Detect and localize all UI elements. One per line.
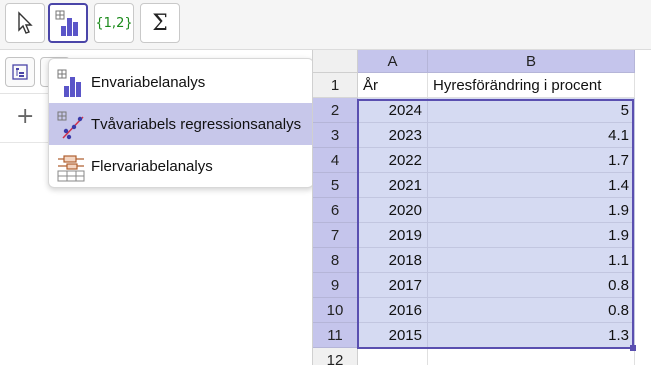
cell-a10[interactable]: 2016: [358, 298, 428, 323]
cell-a9[interactable]: 2017: [358, 273, 428, 298]
menu-item-one-variable[interactable]: Envariabelanalys: [49, 61, 313, 103]
cell-b1[interactable]: Hyresförändring i procent: [428, 73, 635, 98]
sum-tool-button[interactable]: Σ: [140, 3, 180, 43]
cell-b11[interactable]: 1.3: [428, 323, 635, 348]
column-header-a[interactable]: A: [358, 50, 428, 73]
spreadsheet-corner[interactable]: [313, 50, 358, 73]
cell-a8[interactable]: 2018: [358, 248, 428, 273]
cell-b12[interactable]: [428, 348, 635, 365]
cell-a5[interactable]: 2021: [358, 173, 428, 198]
row-header[interactable]: 3: [313, 123, 358, 148]
cell-b3[interactable]: 4.1: [428, 123, 635, 148]
cell-a6[interactable]: 2020: [358, 198, 428, 223]
row-header[interactable]: 1: [313, 73, 358, 98]
cell-a2[interactable]: 2024: [358, 98, 428, 123]
row-header[interactable]: 7: [313, 223, 358, 248]
cell-a7[interactable]: 2019: [358, 223, 428, 248]
cursor-arrow-icon: [18, 11, 33, 34]
cell-b2[interactable]: 5: [428, 98, 635, 123]
boxplot-icon: [57, 155, 85, 182]
cell-a3[interactable]: 2023: [358, 123, 428, 148]
regression-icon: [57, 111, 84, 140]
menu-item-label: Flervariabelanalys: [91, 157, 213, 175]
fill-handle[interactable]: [630, 345, 636, 351]
row-header[interactable]: 10: [313, 298, 358, 323]
histogram-icon: [55, 10, 78, 36]
menu-item-multi-variable[interactable]: Flervariabelanalys: [49, 145, 313, 187]
row-header[interactable]: 6: [313, 198, 358, 223]
add-input-button[interactable]: +: [16, 104, 34, 129]
row-header[interactable]: 9: [313, 273, 358, 298]
create-list-tool-button[interactable]: {1,2}: [94, 3, 134, 43]
row-header[interactable]: 12: [313, 348, 358, 365]
menu-item-label: Envariabelanalys: [91, 73, 206, 91]
cell-b7[interactable]: 1.9: [428, 223, 635, 248]
menu-item-two-variable-regression[interactable]: Tvåvariabels regressionsanalys: [49, 103, 313, 145]
cell-b9[interactable]: 0.8: [428, 273, 635, 298]
row-header[interactable]: 8: [313, 248, 358, 273]
one-variable-analysis-tool-button[interactable]: [48, 3, 88, 43]
cell-b8[interactable]: 1.1: [428, 248, 635, 273]
tree-view-icon: [12, 64, 28, 80]
cell-b4[interactable]: 1.7: [428, 148, 635, 173]
row-header[interactable]: 11: [313, 323, 358, 348]
row-header[interactable]: 5: [313, 173, 358, 198]
sigma-icon: Σ: [152, 10, 168, 36]
row-header[interactable]: 2: [313, 98, 358, 123]
analysis-tool-menu: Envariabelanalys Tvåvariabels regression…: [48, 58, 314, 188]
histogram-icon: [57, 69, 81, 97]
toolbar: {1,2} Σ: [0, 0, 651, 50]
algebra-view-toggle-button[interactable]: [5, 57, 35, 87]
list-icon: {1,2}: [95, 15, 133, 31]
cell-a12[interactable]: [358, 348, 428, 365]
move-tool-button[interactable]: [5, 3, 45, 43]
spreadsheet-view: A B 1 År Hyresförändring i procent 2 2024 5 3 202…: [312, 50, 651, 365]
cell-a1[interactable]: År: [358, 73, 428, 98]
column-header-b[interactable]: B: [428, 50, 635, 73]
cell-b6[interactable]: 1.9: [428, 198, 635, 223]
cell-b5[interactable]: 1.4: [428, 173, 635, 198]
cell-b10[interactable]: 0.8: [428, 298, 635, 323]
cell-a11[interactable]: 2015: [358, 323, 428, 348]
row-header[interactable]: 4: [313, 148, 358, 173]
cell-a4[interactable]: 2022: [358, 148, 428, 173]
menu-item-label: Tvåvariabels regressionsanalys: [91, 115, 302, 133]
